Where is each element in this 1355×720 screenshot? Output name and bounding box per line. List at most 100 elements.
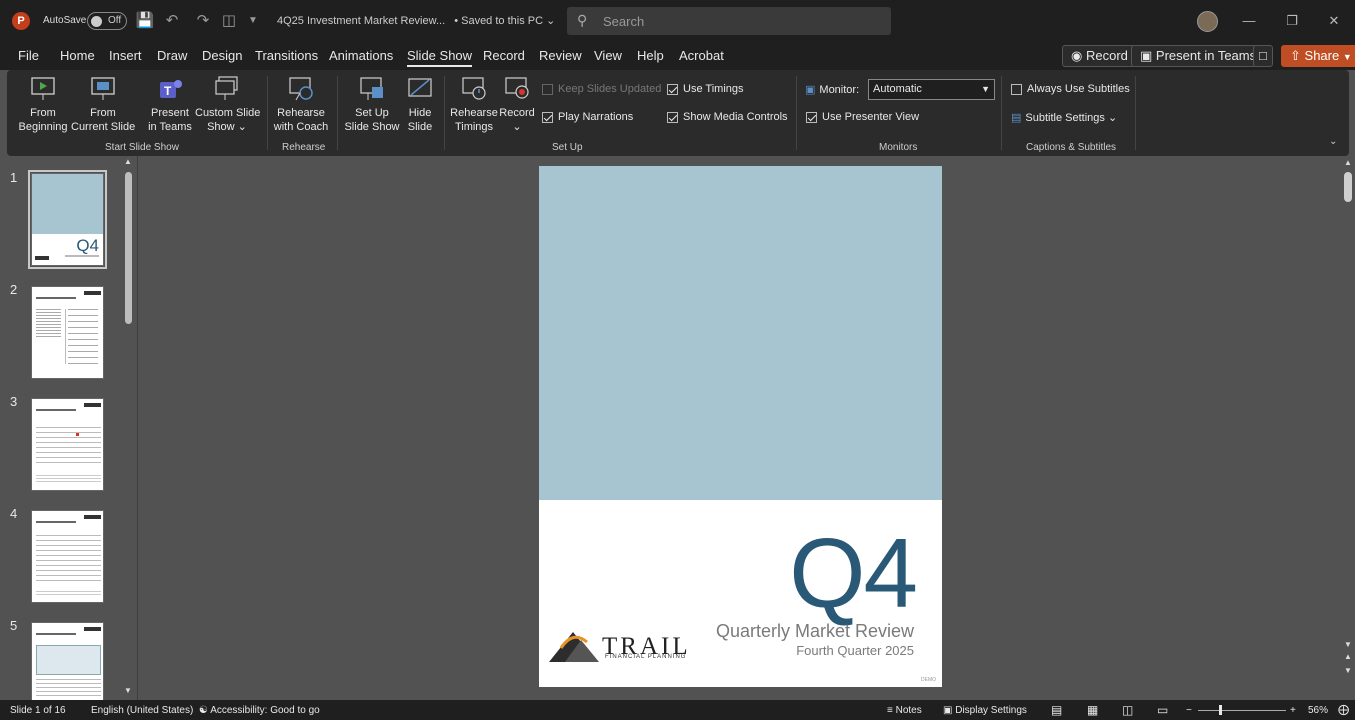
close-icon[interactable]: ✕ xyxy=(1324,11,1344,31)
zoom-slider-track[interactable] xyxy=(1198,710,1286,711)
share-button[interactable]: ⇧ Share ▼ xyxy=(1281,45,1355,67)
tab-design[interactable]: Design xyxy=(202,48,242,63)
tab-record[interactable]: Record xyxy=(483,48,525,63)
checkbox-box xyxy=(542,83,553,95)
customize-toolbar-icon[interactable]: ▼ xyxy=(243,11,263,31)
thumbnail-scrollbar[interactable]: ▲ ▼ xyxy=(124,157,133,696)
comments-button[interactable]: □ xyxy=(1253,45,1273,67)
from-beginning-line1: From xyxy=(30,107,56,119)
tab-help[interactable]: Help xyxy=(637,48,664,63)
setup-icon xyxy=(358,76,386,102)
coach-icon xyxy=(287,76,315,102)
redo-icon[interactable]: ↷ xyxy=(193,11,213,31)
scroll-up-icon[interactable]: ▲ xyxy=(1344,158,1352,167)
scrollbar-thumb[interactable] xyxy=(125,172,132,324)
always-use-subtitles-checkbox[interactable]: Always Use Subtitles xyxy=(1011,83,1130,95)
tab-home[interactable]: Home xyxy=(60,48,95,63)
present-icon[interactable]: ◫ xyxy=(219,11,239,31)
slide-thumbnail-3[interactable] xyxy=(31,398,104,491)
next-slide-icon[interactable]: ▼ xyxy=(1344,666,1352,675)
panel-divider[interactable] xyxy=(137,156,138,700)
tab-review[interactable]: Review xyxy=(539,48,582,63)
timings-icon xyxy=(460,76,488,102)
slide-sorter-icon[interactable]: ▦ xyxy=(1087,703,1098,717)
rehearse-with-coach-button[interactable]: Rehearse with Coach xyxy=(273,76,329,134)
tab-view[interactable]: View xyxy=(594,48,622,63)
tab-transitions[interactable]: Transitions xyxy=(255,48,318,63)
slide-quarter-heading[interactable]: Q4 xyxy=(789,524,918,622)
previous-slide-icon[interactable]: ▲ xyxy=(1344,652,1352,661)
monitor-select[interactable]: Automatic ▼ xyxy=(868,79,995,100)
reading-view-icon[interactable]: ◫ xyxy=(1122,703,1133,717)
zoom-slider-knob[interactable] xyxy=(1219,705,1222,715)
restore-icon[interactable]: ❐ xyxy=(1282,11,1302,31)
use-timings-checkbox[interactable]: Use Timings xyxy=(667,83,744,95)
timings-line1: Rehearse xyxy=(450,107,498,119)
record-ribbon-button[interactable]: Record ⌄ xyxy=(499,76,535,134)
document-title[interactable]: 4Q25 Investment Market Review... • Saved… xyxy=(277,14,555,27)
undo-icon[interactable]: ↶ xyxy=(162,11,182,31)
from-beginning-button[interactable]: From Beginning xyxy=(15,76,71,134)
monitor-label: ▣ Monitor: xyxy=(805,83,860,97)
tab-insert[interactable]: Insert xyxy=(109,48,142,63)
play-narrations-label: Play Narrations xyxy=(558,111,634,123)
search-box[interactable]: ⚲ Search xyxy=(567,7,891,35)
language-status[interactable]: English (United States) xyxy=(91,705,193,716)
normal-view-icon[interactable]: ▤ xyxy=(1051,703,1062,717)
minimize-icon[interactable]: — xyxy=(1239,11,1259,31)
avatar[interactable] xyxy=(1197,11,1218,32)
notes-button[interactable]: ≡ Notes xyxy=(887,705,922,716)
hide-line1: Hide xyxy=(408,107,432,119)
chevron-down-icon: ▼ xyxy=(981,84,990,94)
group-label-setup: Set Up xyxy=(552,142,583,153)
monitor-label-text: Monitor: xyxy=(819,83,860,96)
tab-animations[interactable]: Animations xyxy=(329,48,393,63)
zoom-out-icon[interactable]: − xyxy=(1186,705,1192,716)
save-icon[interactable]: 💾 xyxy=(135,11,155,31)
present-in-teams-ribbon-button[interactable]: T Present in Teams xyxy=(147,76,193,134)
accessibility-status[interactable]: ☯ Accessibility: Good to go xyxy=(199,705,320,716)
tab-draw[interactable]: Draw xyxy=(157,48,187,63)
zoom-in-icon[interactable]: + xyxy=(1290,705,1296,716)
zoom-level[interactable]: 56% xyxy=(1308,705,1328,716)
use-timings-label: Use Timings xyxy=(683,83,744,95)
from-current-slide-button[interactable]: From Current Slide xyxy=(71,76,135,134)
scroll-down-icon[interactable]: ▼ xyxy=(1344,640,1352,649)
show-media-controls-checkbox[interactable]: Show Media Controls xyxy=(667,111,788,123)
main-scrollbar[interactable]: ▲ ▼ ▲ ▼ xyxy=(1341,156,1355,700)
tab-file[interactable]: File xyxy=(18,48,39,63)
present-teams-label: Present in Teams xyxy=(1155,48,1257,63)
set-up-slide-show-button[interactable]: Set Up Slide Show xyxy=(343,76,401,134)
checkbox-box xyxy=(542,111,553,123)
custom-slide-show-button[interactable]: Custom Slide Show ⌄ xyxy=(195,76,260,134)
scroll-up-icon[interactable]: ▲ xyxy=(124,157,132,166)
slide-thumbnail-4[interactable] xyxy=(31,510,104,603)
share-label: Share xyxy=(1304,48,1340,63)
tab-acrobat[interactable]: Acrobat xyxy=(679,48,724,63)
play-narrations-checkbox[interactable]: Play Narrations xyxy=(542,111,633,123)
autosave-toggle[interactable]: Off xyxy=(87,12,127,30)
subtitle-settings-button[interactable]: ▤ Subtitle Settings ⌄ xyxy=(1011,111,1117,124)
divider xyxy=(267,76,268,150)
use-presenter-view-checkbox[interactable]: Use Presenter View xyxy=(806,111,919,123)
divider xyxy=(1135,76,1136,150)
present-in-teams-button[interactable]: ▣ Present in Teams xyxy=(1131,45,1266,67)
hide-slide-button[interactable]: Hide Slide xyxy=(403,76,437,134)
rehearse-timings-button[interactable]: Rehearse Timings xyxy=(449,76,499,134)
presenter-view-label: Use Presenter View xyxy=(822,111,920,123)
slide-title[interactable]: Quarterly Market Review xyxy=(716,621,914,642)
scrollbar-thumb[interactable] xyxy=(1344,172,1352,202)
slide-thumbnail-1[interactable]: Q4 xyxy=(28,170,107,269)
slide-show-view-icon[interactable]: ▭ xyxy=(1157,703,1168,717)
record-header-button[interactable]: ◉ Record xyxy=(1062,45,1137,67)
display-settings-button[interactable]: ▣ Display Settings xyxy=(943,705,1027,716)
slide-thumbnail-2[interactable] xyxy=(31,286,104,379)
tab-slide-show[interactable]: Slide Show xyxy=(407,48,473,67)
hide-line2: Slide xyxy=(407,121,433,133)
collapse-ribbon-icon[interactable]: ⌄ xyxy=(1329,136,1337,147)
fit-to-window-icon[interactable]: ⨁ xyxy=(1338,703,1349,716)
slide-canvas[interactable]: Q4 Quarterly Market Review Fourth Quarte… xyxy=(539,166,942,687)
scroll-down-icon[interactable]: ▼ xyxy=(124,686,132,695)
group-label-monitors: Monitors xyxy=(879,142,918,153)
slide-subtitle[interactable]: Fourth Quarter 2025 xyxy=(796,643,914,658)
